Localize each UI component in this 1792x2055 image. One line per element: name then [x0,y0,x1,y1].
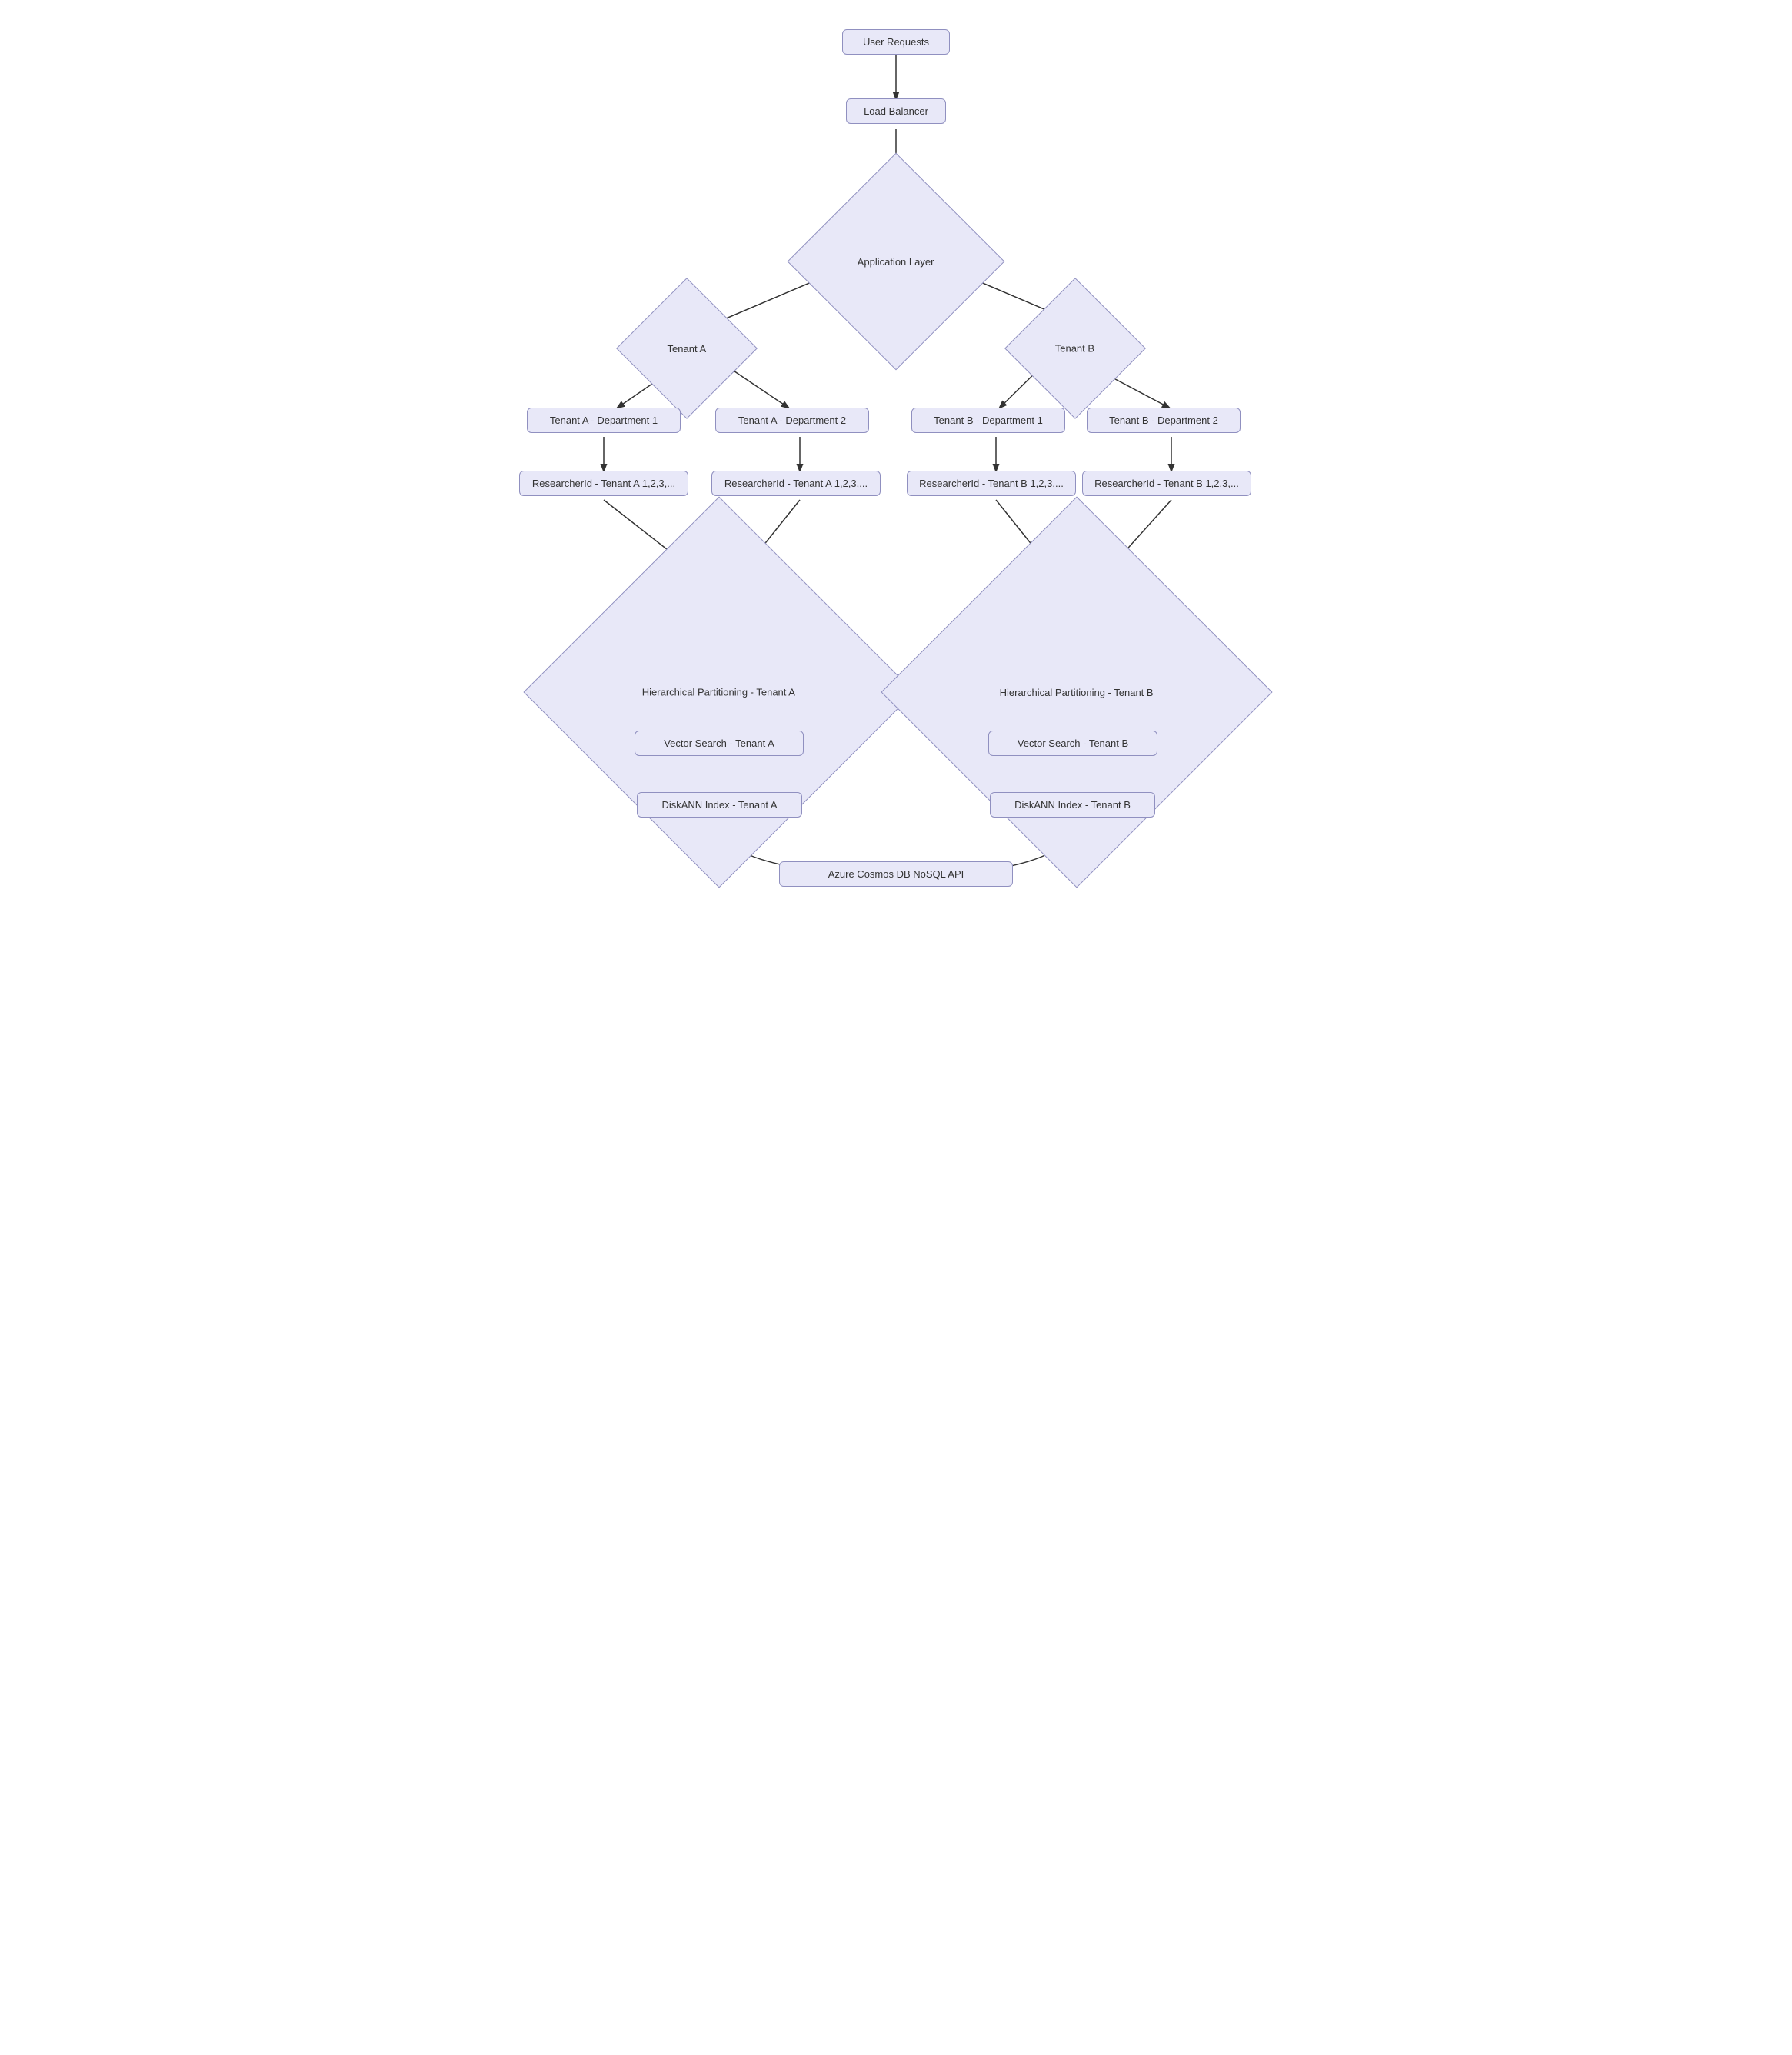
researcher-b2-node: ResearcherId - Tenant B 1,2,3,... [1082,471,1251,496]
hier-part-a-node: Hierarchical Partitioning - Tenant A [523,496,914,888]
vector-search-b-node: Vector Search - Tenant B [988,731,1157,756]
load-balancer-node: Load Balancer [846,98,946,124]
tenant-b-dept1-node: Tenant B - Department 1 [911,408,1065,433]
researcher-b1-node: ResearcherId - Tenant B 1,2,3,... [907,471,1076,496]
diskann-a-node: DiskANN Index - Tenant A [637,792,802,818]
researcher-a2-node: ResearcherId - Tenant A 1,2,3,... [711,471,881,496]
application-layer-node: Application Layer [788,153,1005,371]
tenant-a-dept2-node: Tenant A - Department 2 [715,408,869,433]
researcher-a1-node: ResearcherId - Tenant A 1,2,3,... [519,471,688,496]
tenant-a-node: Tenant A [616,278,758,419]
tenant-a-dept1-node: Tenant A - Department 1 [527,408,681,433]
architecture-diagram: User Requests Load Balancer Application … [511,15,1281,938]
tenant-b-dept2-node: Tenant B - Department 2 [1087,408,1241,433]
user-requests-node: User Requests [842,29,950,55]
cosmos-db-node: Azure Cosmos DB NoSQL API [779,861,1013,887]
diskann-b-node: DiskANN Index - Tenant B [990,792,1155,818]
hier-part-b-node: Hierarchical Partitioning - Tenant B [881,496,1272,888]
vector-search-a-node: Vector Search - Tenant A [635,731,804,756]
tenant-b-node: Tenant B [1004,278,1146,419]
